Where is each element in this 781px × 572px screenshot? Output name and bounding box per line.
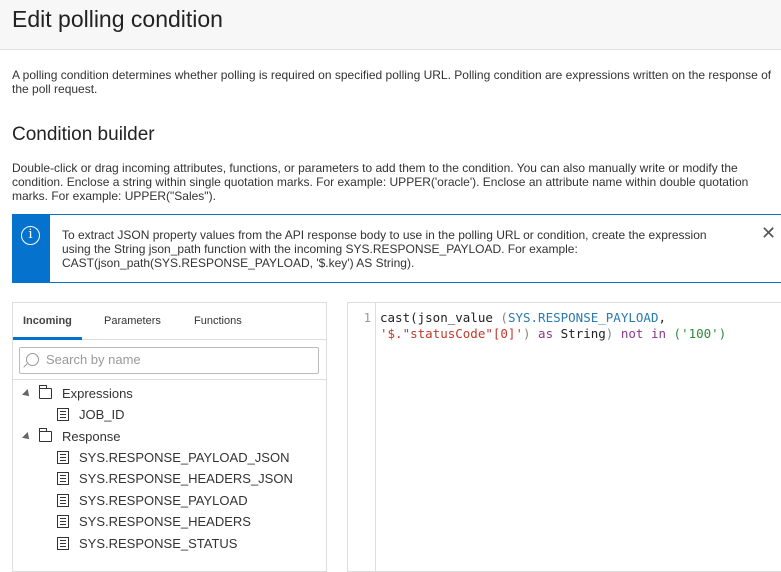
tree-item[interactable]: SYS.RESPONSE_PAYLOAD <box>57 493 248 508</box>
code-token: '100' <box>681 326 719 341</box>
tab-bar: Incoming Parameters Functions <box>13 303 326 340</box>
item-label: SYS.RESPONSE_STATUS <box>79 536 238 551</box>
search-field[interactable] <box>19 347 319 374</box>
attributes-panel: Incoming Parameters Functions Expression… <box>12 302 327 572</box>
code-token: SYS.RESPONSE_PAYLOAD <box>507 310 659 325</box>
condition-code[interactable]: cast(json_value (SYS.RESPONSE_PAYLOAD, '… <box>380 310 726 342</box>
info-line: To extract JSON property values from the… <box>62 228 707 242</box>
attribute-icon <box>57 408 69 421</box>
info-line: using the String json_path function with… <box>62 242 578 256</box>
tree-item[interactable]: SYS.RESPONSE_HEADERS <box>57 514 251 529</box>
code-token: ( <box>500 310 508 325</box>
code-token: cast(json_value <box>380 310 501 325</box>
code-token: String <box>560 326 606 341</box>
builder-description: Double-click or drag incoming attributes… <box>12 161 781 203</box>
item-label: SYS.RESPONSE_PAYLOAD_JSON <box>79 450 290 465</box>
search-icon <box>26 353 39 366</box>
dialog-header: Edit polling condition <box>0 0 781 50</box>
code-token: , <box>658 310 666 325</box>
tree-item[interactable]: SYS.RESPONSE_PAYLOAD_JSON <box>57 450 289 465</box>
item-label: SYS.RESPONSE_HEADERS <box>79 514 251 529</box>
collapse-triangle-icon[interactable] <box>22 388 32 399</box>
line-gutter: 1 <box>348 303 376 571</box>
page-title: Edit polling condition <box>12 6 223 32</box>
desc-line: Double-click or drag incoming attributes… <box>12 161 738 175</box>
attribute-icon <box>57 451 69 464</box>
polling-description: A polling condition determines whether p… <box>12 68 772 96</box>
tab-functions[interactable]: Functions <box>194 315 242 327</box>
info-text: To extract JSON property values from the… <box>62 228 752 270</box>
item-label: SYS.RESPONSE_HEADERS_JSON <box>79 471 293 486</box>
desc-line: condition. Enclose a string within singl… <box>12 175 749 189</box>
tab-incoming[interactable]: Incoming <box>13 315 82 340</box>
info-bar: i <box>12 214 50 283</box>
tree-item[interactable]: SYS.RESPONSE_STATUS <box>57 536 237 551</box>
line-number: 1 <box>363 311 371 325</box>
attribute-icon <box>57 537 69 550</box>
close-icon[interactable]: ✕ <box>761 223 776 244</box>
attribute-icon <box>57 494 69 507</box>
attribute-icon <box>57 515 69 528</box>
tree-item[interactable]: JOB_ID <box>57 407 125 422</box>
folder-label: Response <box>62 429 121 444</box>
info-line: CAST(json_path(SYS.RESPONSE_PAYLOAD, '$.… <box>62 256 415 270</box>
folder-label: Expressions <box>62 386 133 401</box>
code-token: ) <box>718 326 727 341</box>
info-icon: i <box>21 226 40 245</box>
search-input[interactable] <box>46 352 306 367</box>
condition-builder-title: Condition builder <box>12 124 155 145</box>
desc-line: marks. For example: UPPER("Sales"). <box>12 189 216 203</box>
collapse-triangle-icon[interactable] <box>22 431 32 442</box>
condition-editor[interactable]: 1 cast(json_value (SYS.RESPONSE_PAYLOAD,… <box>347 302 781 572</box>
tree-folder-response[interactable]: Response <box>22 428 121 444</box>
item-label: JOB_ID <box>79 407 125 422</box>
item-label: SYS.RESPONSE_PAYLOAD <box>79 493 248 508</box>
code-token: ) <box>523 326 531 341</box>
folder-icon <box>39 428 52 442</box>
attribute-icon <box>57 472 69 485</box>
folder-icon <box>39 385 52 399</box>
code-token: ( <box>673 326 682 341</box>
tree-folder-expressions[interactable]: Expressions <box>22 385 133 401</box>
code-token: '$."statusCode"[0]' <box>380 326 523 341</box>
code-token: as <box>530 326 561 341</box>
divider <box>13 379 326 380</box>
tree-item[interactable]: SYS.RESPONSE_HEADERS_JSON <box>57 471 293 486</box>
info-banner: i To extract JSON property values from t… <box>12 214 781 283</box>
code-token: not in <box>613 326 674 341</box>
tab-parameters[interactable]: Parameters <box>104 315 161 327</box>
